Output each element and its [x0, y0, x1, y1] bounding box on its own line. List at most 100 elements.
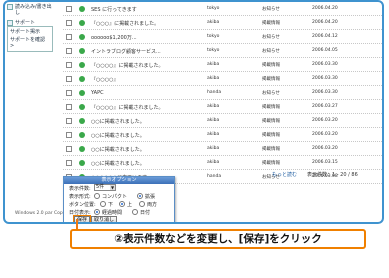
format-compact-label: コンパクト — [102, 194, 128, 200]
message-from: tokyo — [207, 34, 220, 39]
message-subject[interactable]: 『○○○○』 — [91, 76, 118, 83]
button-top-radio[interactable] — [119, 201, 125, 207]
row-checkbox[interactable] — [66, 34, 72, 40]
message-row[interactable]: 『○○○○』に掲載されました。 akiba 掲載情報 2006.03.27 — [63, 100, 382, 114]
message-row[interactable]: ○○に掲載されました。 akiba 掲載情報 2006.03.20 — [63, 128, 382, 142]
status-dot-icon — [79, 146, 85, 152]
row-checkbox[interactable] — [66, 6, 72, 12]
status-dot-icon — [79, 160, 85, 166]
message-category: 掲載情報 — [262, 105, 280, 110]
row-checkbox[interactable] — [66, 146, 72, 152]
message-subject[interactable]: イントラブログ顧客サービス... — [91, 48, 161, 55]
more-link[interactable]: もっと読む — [272, 171, 297, 178]
chevron-down-icon: ▼ — [110, 185, 115, 190]
message-date: 2006.03.30 — [312, 76, 338, 81]
status-dot-icon — [79, 104, 85, 110]
row-checkbox[interactable] — [66, 118, 72, 124]
message-row[interactable]: 『○○○○』 akiba 掲載情報 2006.03.30 — [63, 72, 382, 86]
message-row[interactable]: 『○○○○』に掲載されました。 akiba 掲載情報 2006.03.30 — [63, 58, 382, 72]
date-date-radio[interactable] — [132, 209, 138, 215]
row-checkbox[interactable] — [66, 48, 72, 54]
support-box: サポート掲示 サポートを確認 > — [7, 26, 53, 52]
row-checkbox[interactable] — [66, 76, 72, 82]
message-row[interactable]: ○○に掲載されました。 akiba 掲載情報 2006.03.20 — [63, 142, 382, 156]
message-category: 掲載情報 — [262, 133, 280, 138]
message-date: 2006.03.20 — [312, 118, 338, 123]
message-category: 掲載情報 — [262, 63, 280, 68]
message-category: 掲載情報 — [262, 161, 280, 166]
message-date: 2006.04.20 — [312, 20, 338, 25]
button-both-radio[interactable] — [139, 201, 145, 207]
message-row[interactable]: 『○○○』に掲載されました。 akiba 掲載情報 2006.04.20 — [63, 16, 382, 30]
row-checkbox[interactable] — [66, 62, 72, 68]
message-row[interactable]: ○○に掲載されました。 akiba 掲載情報 2006.03.20 — [63, 114, 382, 128]
message-date: 2006.03.30 — [312, 62, 338, 67]
sidebar-item-label: サポート掲示 — [10, 29, 41, 35]
message-subject[interactable]: SES に行ってきます — [91, 6, 137, 13]
message-date: 2006.04.05 — [312, 48, 338, 53]
date-elapsed-radio[interactable] — [94, 209, 100, 215]
sidebar-support-board[interactable]: サポート掲示 — [9, 28, 51, 36]
pager-text: 表示件数：1 - 20 / 86 — [307, 172, 358, 178]
format-compact-radio[interactable] — [94, 193, 100, 199]
message-category: 掲載情報 — [262, 147, 280, 152]
format-row: 表示形式: コンパクト 拡張 — [64, 192, 174, 200]
button-bottom-radio[interactable] — [100, 201, 106, 207]
date-date-label: 日付 — [140, 210, 151, 216]
button-position-label: ボタン位置: — [69, 202, 96, 208]
message-from: akiba — [207, 104, 220, 109]
message-subject[interactable]: ○○に掲載されました。 — [91, 118, 145, 125]
message-category: 掲載情報 — [262, 119, 280, 124]
status-dot-icon — [79, 132, 85, 138]
app-frame: 読み込み/書き出し サポート サポート掲示 サポートを確認 > SES に行って… — [3, 0, 384, 224]
message-date: 2006.03.20 — [312, 146, 338, 151]
date-elapsed-label: 経過時間 — [102, 210, 123, 216]
message-from: akiba — [207, 160, 220, 165]
status-dot-icon — [79, 118, 85, 124]
message-category: お知らせ — [262, 7, 280, 12]
message-from: akiba — [207, 76, 220, 81]
message-subject[interactable]: ○○に掲載されました。 — [91, 146, 145, 153]
sidebar-support-check[interactable]: サポートを確認 > — [9, 36, 51, 50]
message-subject[interactable]: YAPC — [91, 90, 104, 96]
row-checkbox[interactable] — [66, 90, 72, 96]
count-row: 表示件数: 5件 ▼ — [64, 184, 174, 192]
message-subject[interactable]: ○○に掲載されました。 — [91, 160, 145, 167]
row-checkbox[interactable] — [66, 160, 72, 166]
message-row[interactable]: ○○に掲載されました。 akiba 掲載情報 2006.03.15 — [63, 156, 382, 170]
message-row[interactable]: イントラブログ顧客サービス... tokyo お知らせ 2006.04.05 — [63, 44, 382, 58]
message-date: 2006.03.15 — [312, 160, 338, 165]
message-date: 2006.03.20 — [312, 132, 338, 137]
message-from: akiba — [207, 146, 220, 151]
status-dot-icon — [79, 62, 85, 68]
message-row[interactable]: oooooo$1,200万... tokyo お知らせ 2006.04.12 — [63, 30, 382, 44]
sidebar-item-import-export[interactable]: 読み込み/書き出し — [5, 2, 55, 18]
row-checkbox[interactable] — [66, 132, 72, 138]
date-display-row: 日付表示: 経過時間 日付 — [64, 208, 174, 216]
message-from: akiba — [207, 132, 220, 137]
message-subject[interactable]: 『○○○』に掲載されました。 — [91, 20, 159, 27]
status-dot-icon — [79, 20, 85, 26]
count-select-value: 5件 — [96, 184, 105, 190]
message-row[interactable]: YAPC handa お知らせ 2006.03.30 — [63, 86, 382, 100]
sidebar-item-label: サポートを確認 > — [10, 37, 46, 49]
message-subject[interactable]: oooooo$1,200万... — [91, 34, 137, 41]
row-checkbox[interactable] — [66, 20, 72, 26]
message-date: 2006.03.27 — [312, 104, 338, 109]
row-checkbox[interactable] — [66, 104, 72, 110]
message-date: 2006.04.12 — [312, 34, 338, 39]
format-extended-radio[interactable] — [137, 193, 143, 199]
status-dot-icon — [79, 6, 85, 12]
message-from: akiba — [207, 118, 220, 123]
message-subject[interactable]: ○○に掲載されました。 — [91, 132, 145, 139]
message-subject[interactable]: 『○○○○』に掲載されました。 — [91, 62, 163, 69]
cancel-button[interactable]: 取り消し — [91, 216, 118, 222]
status-dot-icon — [79, 90, 85, 96]
message-from: akiba — [207, 20, 220, 25]
message-list: SES に行ってきます tokyo お知らせ 2006.04.20 『○○○』に掲載され… — [63, 2, 382, 184]
count-select[interactable]: 5件 ▼ — [94, 184, 116, 191]
status-dot-icon — [79, 34, 85, 40]
button-top-label: 上 — [127, 202, 133, 208]
message-row[interactable]: SES に行ってきます tokyo お知らせ 2006.04.20 — [63, 2, 382, 16]
message-subject[interactable]: 『○○○○』に掲載されました。 — [91, 104, 163, 111]
